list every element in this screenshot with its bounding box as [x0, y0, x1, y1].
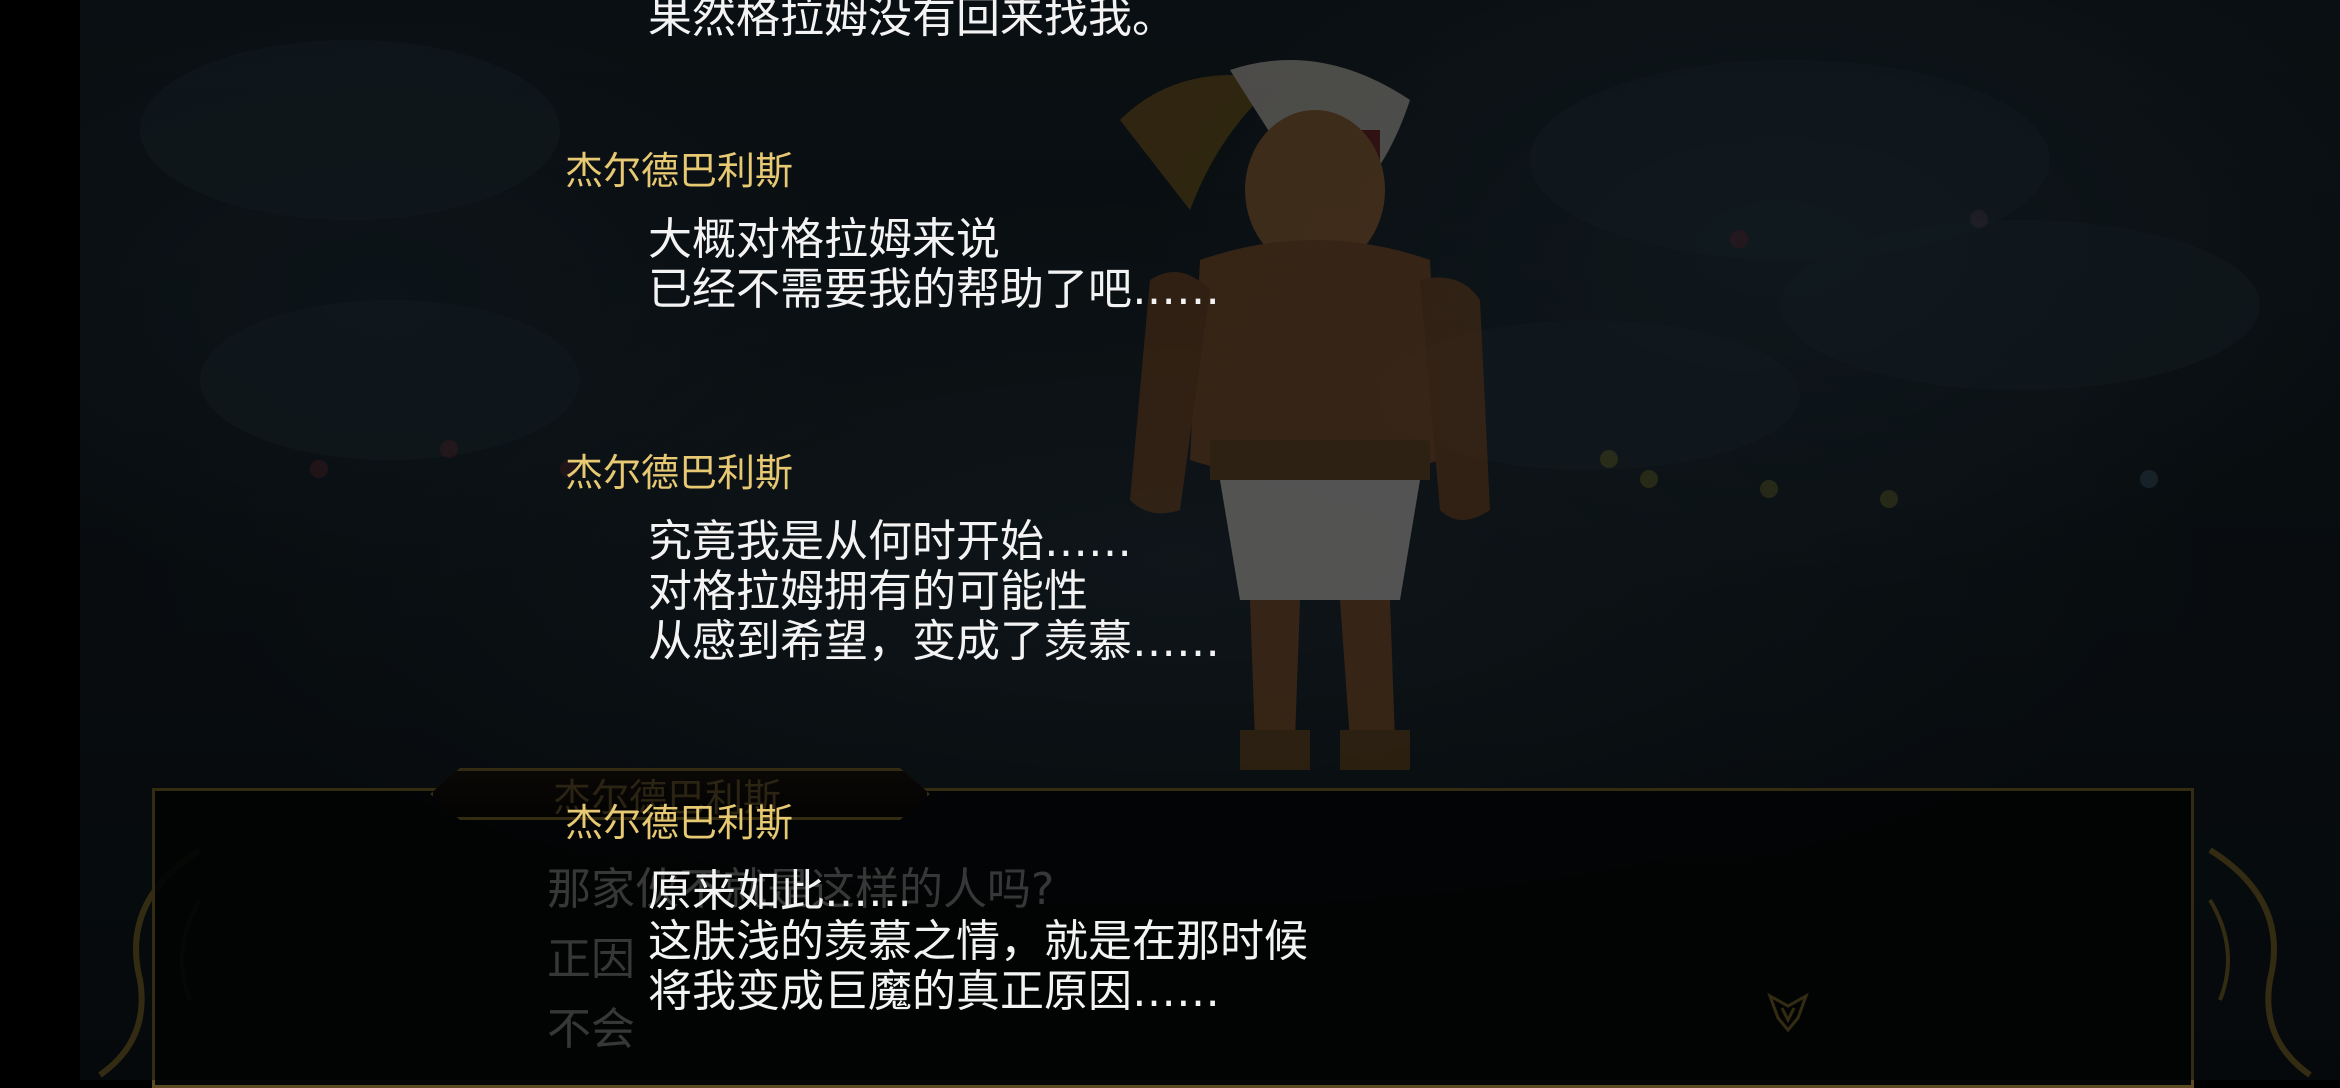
- backlog-entry: 杰尔德巴利斯 大概对格拉姆来说 已经不需要我的帮助了吧……: [565, 147, 1220, 315]
- backlog-line: 大概对格拉姆来说: [648, 214, 1000, 265]
- backlog-speaker-name: 杰尔德巴利斯: [565, 451, 794, 495]
- backlog-line: 这肤浅的羡慕之情，就是在那时候: [648, 916, 1308, 967]
- backlog-entry: 杰尔德巴利斯 原来如此…… 这肤浅的羡慕之情，就是在那时候 将我变成巨魔的真正原…: [565, 799, 1308, 1017]
- backlog-line: 已经不需要我的帮助了吧……: [648, 264, 1220, 315]
- backlog-panel: 果然格拉姆没有回来找我。 杰尔德巴利斯 大概对格拉姆来说 已经不需要我的帮助了吧…: [0, 0, 2340, 1080]
- backlog-speaker-name: 杰尔德巴利斯: [565, 149, 794, 193]
- backlog-entry: 杰尔德巴利斯 究竟我是从何时开始…… 对格拉姆拥有的可能性 从感到希望，变成了羡…: [565, 449, 1220, 667]
- backlog-line: 从感到希望，变成了羡慕……: [648, 616, 1220, 667]
- backlog-line: 果然格拉姆没有回来找我。: [648, 0, 1176, 43]
- backlog-entry: 果然格拉姆没有回来找我。: [565, 0, 1176, 43]
- backlog-line: 原来如此……: [648, 866, 912, 917]
- backlog-line: 对格拉姆拥有的可能性: [648, 566, 1088, 617]
- backlog-line: 将我变成巨魔的真正原因……: [648, 966, 1220, 1017]
- backlog-speaker-name: 杰尔德巴利斯: [565, 801, 794, 845]
- backlog-line: 究竟我是从何时开始……: [648, 516, 1132, 567]
